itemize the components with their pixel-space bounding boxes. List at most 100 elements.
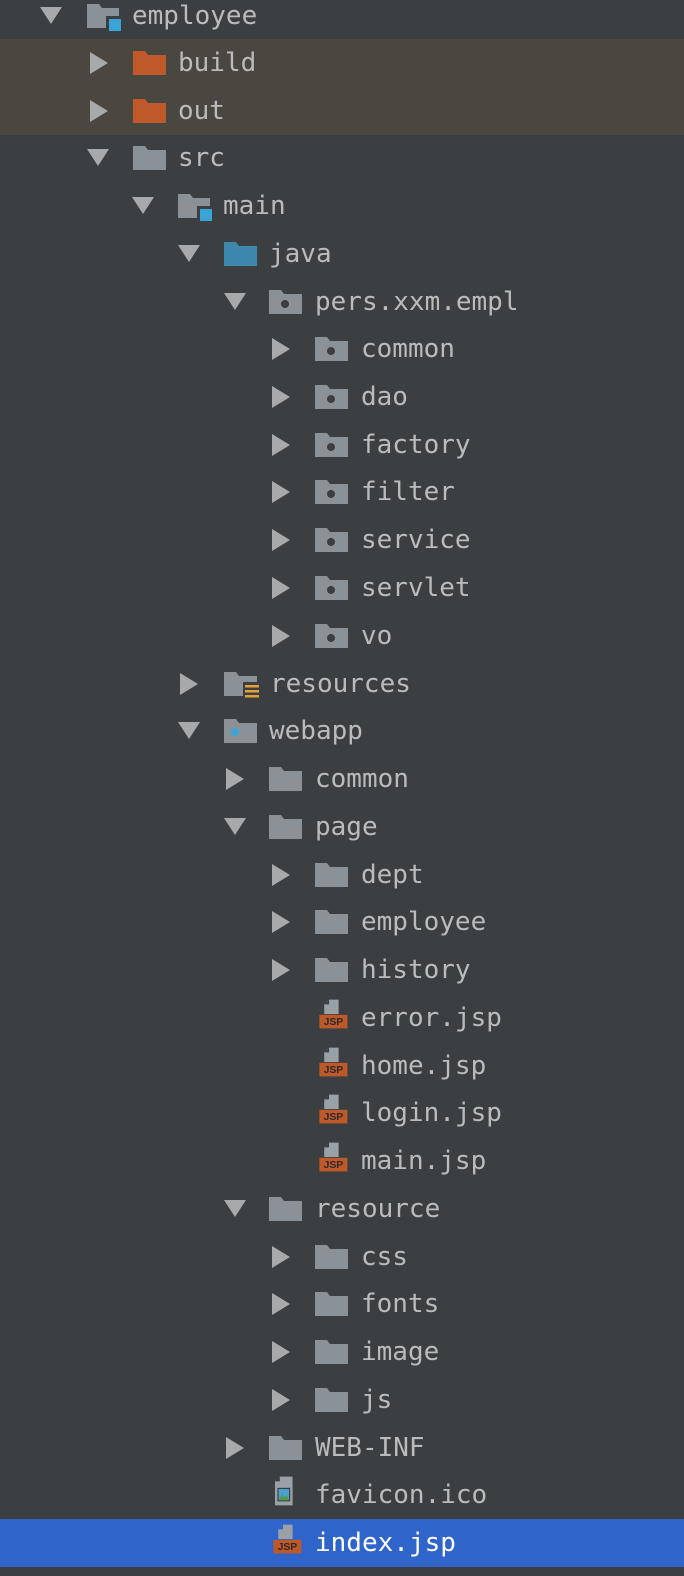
tree-item-login-jsp[interactable]: JSP login.jsp [0,1089,684,1137]
tree-item-label: js [361,1385,393,1415]
tree-item-image[interactable]: image [0,1328,684,1376]
tree-item-label: out [178,96,225,126]
folder-icon [315,958,348,982]
chevron-down-icon[interactable] [178,245,200,262]
tree-item-label: history [361,955,471,985]
tree-item-main-jsp[interactable]: JSP main.jsp [0,1137,684,1185]
chevron-right-icon[interactable] [272,386,290,408]
excluded-folder-icon [133,99,166,123]
tree-item-fonts[interactable]: fonts [0,1280,684,1328]
tree-item-service[interactable]: service [0,516,684,564]
tree-item-servlet[interactable]: servlet [0,564,684,612]
project-tree: employee build out src main java pers.xx… [0,0,684,1576]
tree-item-index-jsp[interactable]: JSP index.jsp [0,1519,684,1567]
chevron-right-icon[interactable] [272,1246,290,1268]
chevron-down-icon[interactable] [178,722,200,739]
tree-item-label: image [361,1337,440,1367]
folder-icon [315,1388,348,1412]
tree-item-label: favicon.ico [315,1480,488,1510]
tree-item-label: WEB-INF [315,1433,425,1463]
chevron-right-icon[interactable] [90,100,108,122]
chevron-down-icon[interactable] [40,7,62,24]
tree-item-label: resources [270,669,411,699]
chevron-right-icon[interactable] [272,434,290,456]
excluded-folder-icon [133,51,166,75]
tree-item-label: webapp [269,716,363,746]
chevron-right-icon[interactable] [226,768,244,790]
tree-item-filter[interactable]: filter [0,468,684,516]
tree-item-label: main [223,191,286,221]
package-icon [315,480,348,504]
web-folder-icon [224,719,257,743]
tree-item-pers-xxm-empl[interactable]: pers.xxm.empl [0,278,684,326]
tree-item-label: login.jsp [361,1098,502,1128]
tree-item-error-jsp[interactable]: JSP error.jsp [0,994,684,1042]
chevron-right-icon[interactable] [272,1389,290,1411]
tree-item-label: main.jsp [361,1146,487,1176]
tree-item-src[interactable]: src [0,134,684,182]
chevron-right-icon[interactable] [272,481,290,503]
tree-item-history[interactable]: history [0,946,684,994]
module-folder-icon [87,4,122,32]
tree-item-home-jsp[interactable]: JSP home.jsp [0,1042,684,1090]
image-file-icon [275,1476,293,1506]
tree-item-favicon-ico[interactable]: favicon.ico [0,1471,684,1519]
tree-item-build[interactable]: build [0,39,684,87]
tree-item-java[interactable]: java [0,230,684,278]
tree-item-common-package[interactable]: common [0,325,684,373]
chevron-right-icon[interactable] [272,529,290,551]
tree-item-dao[interactable]: dao [0,373,684,421]
chevron-down-icon[interactable] [224,293,246,310]
chevron-right-icon[interactable] [272,625,290,647]
jsp-file-icon: JSP [319,999,348,1029]
package-icon [315,528,348,552]
tree-item-label: css [361,1242,408,1272]
folder-icon [315,1245,348,1269]
chevron-right-icon[interactable] [272,959,290,981]
chevron-right-icon[interactable] [180,673,198,695]
chevron-down-icon[interactable] [87,149,109,166]
tree-item-out[interactable]: out [0,87,684,135]
tree-item-label: error.jsp [361,1003,502,1033]
chevron-right-icon[interactable] [272,577,290,599]
chevron-right-icon[interactable] [272,1341,290,1363]
svg-text:JSP: JSP [278,1542,298,1553]
tree-item-vo[interactable]: vo [0,612,684,660]
tree-item-employee[interactable]: employee [0,0,684,40]
svg-text:JSP: JSP [324,1017,344,1028]
tree-item-label: service [361,525,471,555]
tree-item-resource[interactable]: resource [0,1185,684,1233]
module-folder-icon [178,194,213,222]
package-icon [315,576,348,600]
tree-item-resources[interactable]: resources [0,660,684,708]
chevron-right-icon[interactable] [272,1293,290,1315]
tree-item-main[interactable]: main [0,182,684,230]
tree-item-label: common [361,334,455,364]
tree-item-web-inf[interactable]: WEB-INF [0,1424,684,1472]
package-icon [269,290,302,314]
tree-item-dept[interactable]: dept [0,851,684,899]
chevron-down-icon[interactable] [132,197,154,214]
tree-item-common-folder[interactable]: common [0,755,684,803]
tree-item-factory[interactable]: factory [0,421,684,469]
chevron-down-icon[interactable] [224,818,246,835]
folder-icon [269,815,302,839]
folder-icon [315,863,348,887]
folder-icon [315,910,348,934]
package-icon [315,337,348,361]
tree-item-label: filter [361,477,455,507]
tree-item-employee-folder[interactable]: employee [0,898,684,946]
resources-folder-icon [224,672,261,700]
tree-item-label: vo [361,621,393,651]
tree-item-webapp[interactable]: webapp [0,707,684,755]
chevron-right-icon[interactable] [272,911,290,933]
tree-item-page[interactable]: page [0,803,684,851]
tree-item-js[interactable]: js [0,1376,684,1424]
package-icon [315,624,348,648]
chevron-right-icon[interactable] [226,1437,244,1459]
chevron-down-icon[interactable] [224,1200,246,1217]
chevron-right-icon[interactable] [272,864,290,886]
tree-item-css[interactable]: css [0,1233,684,1281]
chevron-right-icon[interactable] [272,338,290,360]
chevron-right-icon[interactable] [90,52,108,74]
